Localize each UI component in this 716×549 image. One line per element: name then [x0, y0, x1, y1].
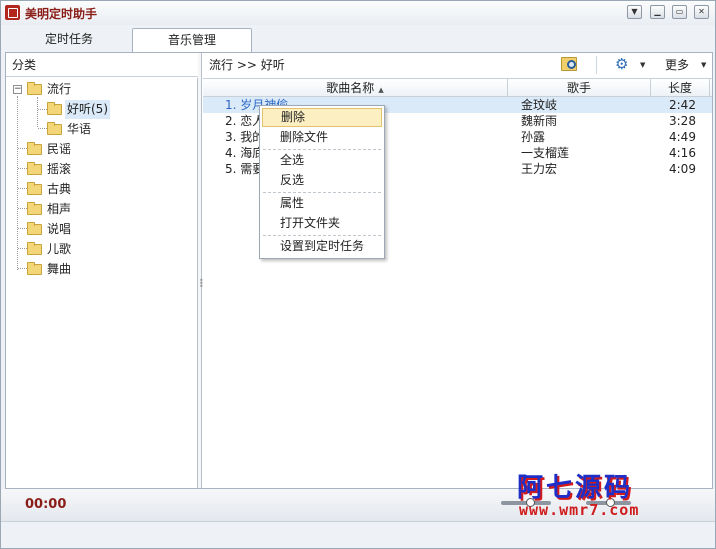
folder-icon [27, 142, 42, 155]
watermark-logo: 阿七源码 www.wmr7.com [517, 467, 685, 523]
tree-item-chinese[interactable]: 华语 [6, 120, 196, 139]
watermark-url: www.wmr7.com [519, 501, 640, 519]
watermark-title: 阿七源码 [517, 473, 634, 503]
close-button[interactable]: ✕ [694, 5, 709, 19]
chevron-down-icon[interactable]: ▼ [701, 61, 706, 69]
breadcrumb: 流行 >> 好听 [209, 58, 285, 72]
open-folder-icon [47, 102, 62, 115]
menu-divider [263, 192, 381, 193]
column-headers: 歌曲名称 ▲ 歌手 长度 [203, 78, 712, 97]
menu-item-delete[interactable]: 删除 [262, 108, 382, 127]
menu-item-set-to-scheduled-task[interactable]: 设置到定时任务 [262, 237, 382, 256]
tree-item-rap[interactable]: 说唱 [6, 220, 196, 239]
folder-icon [27, 82, 42, 95]
collapse-toggle-icon[interactable]: − [13, 85, 22, 94]
tree-item-dance[interactable]: 舞曲 [6, 260, 196, 279]
dropdown-menu-button[interactable]: ▼ [627, 5, 642, 19]
column-header-length[interactable]: 长度 [651, 79, 710, 97]
search-folder-icon[interactable] [561, 57, 577, 71]
menu-item-open-folder[interactable]: 打开文件夹 [262, 214, 382, 233]
toolbar-divider [596, 56, 597, 74]
menu-divider [263, 235, 381, 236]
menu-item-select-all[interactable]: 全选 [262, 151, 382, 170]
context-menu: 删除 删除文件 全选 反选 属性 打开文件夹 设置到定时任务 [259, 105, 385, 259]
folder-icon [27, 182, 42, 195]
maximize-button[interactable]: ▭ [672, 5, 687, 19]
more-button[interactable]: 更多 [665, 56, 689, 74]
tree-item-good[interactable]: 好听(5) [6, 100, 196, 119]
folder-icon [47, 122, 62, 135]
folder-icon [27, 202, 42, 215]
playback-time: 00:00 [25, 497, 67, 512]
tab-music-management[interactable]: 音乐管理 [132, 28, 252, 52]
category-header: 分类 [6, 53, 198, 77]
tree-item-classical[interactable]: 古典 [6, 180, 196, 199]
minimize-button[interactable]: ▁ [650, 5, 665, 19]
menu-divider [263, 149, 381, 150]
app-logo-icon [5, 5, 20, 20]
column-header-singer[interactable]: 歌手 [508, 79, 651, 97]
sort-ascending-icon: ▲ [378, 86, 384, 94]
app-window: 美明定时助手 ▼ ▁ ▭ ✕ 定时任务 音乐管理 分类 − 流行 好听(5) 华… [0, 0, 716, 549]
tree-item-folk[interactable]: 民谣 [6, 140, 196, 159]
panel-splitter[interactable] [198, 53, 202, 488]
tree-item-children[interactable]: 儿歌 [6, 240, 196, 259]
tree-item-rock[interactable]: 摇滚 [6, 160, 196, 179]
menu-item-invert-selection[interactable]: 反选 [262, 171, 382, 190]
window-title: 美明定时助手 [25, 7, 98, 21]
tree-item-pop[interactable]: − 流行 [6, 80, 196, 99]
folder-icon [27, 162, 42, 175]
category-tree[interactable]: − 流行 好听(5) 华语 民谣 摇滚 古典 相声 说唱 儿歌 舞曲 [6, 78, 198, 488]
folder-icon [27, 222, 42, 235]
menu-item-delete-file[interactable]: 删除文件 [262, 128, 382, 147]
folder-icon [27, 262, 42, 275]
tree-item-crosstalk[interactable]: 相声 [6, 200, 196, 219]
tab-scheduled-tasks[interactable]: 定时任务 [7, 28, 131, 52]
title-bar[interactable]: 美明定时助手 ▼ ▁ ▭ ✕ [1, 1, 715, 25]
window-bottom-strip [1, 521, 715, 548]
menu-item-properties[interactable]: 属性 [262, 194, 382, 213]
folder-icon [27, 242, 42, 255]
column-header-title[interactable]: 歌曲名称 ▲ [203, 79, 508, 97]
gear-icon[interactable]: ⚙ [615, 57, 628, 72]
chevron-down-icon[interactable]: ▼ [640, 61, 645, 69]
